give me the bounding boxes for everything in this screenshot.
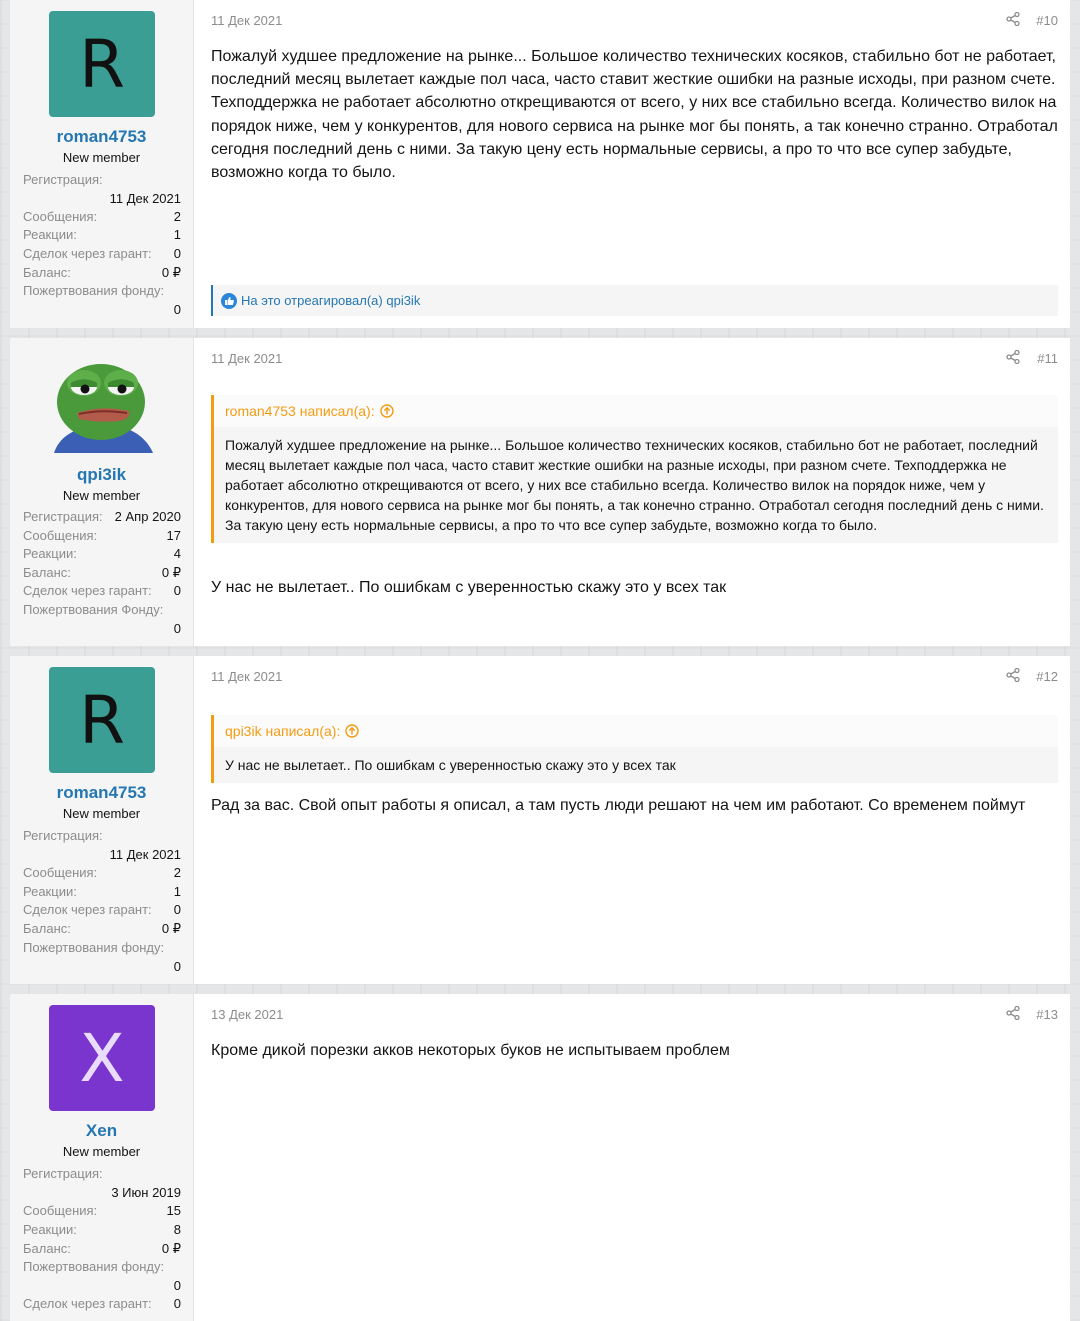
- post-date[interactable]: 11 Дек 2021: [211, 351, 282, 366]
- stat-donations: Пожертвования фонду:: [23, 283, 165, 298]
- stat-messages: Сообщения: 17: [23, 528, 181, 543]
- stat-donations: Пожертвования фонду:: [23, 940, 165, 955]
- post-11: qpi3ik New member Регистрация: 2 Апр 2020…: [10, 338, 1070, 646]
- frog-avatar-image: [54, 364, 153, 453]
- post-number[interactable]: #11: [1037, 351, 1058, 366]
- post-10: R roman4753 New member Регистрация: 11 Д…: [10, 0, 1070, 328]
- stat-donations: Пожертвования Фонду:: [23, 602, 164, 617]
- arrow-up-circle-icon[interactable]: [345, 724, 360, 738]
- stat-reactions: Реакции: 1: [23, 227, 181, 242]
- stat-registration: Регистрация:: [23, 1166, 103, 1181]
- quote-header[interactable]: qpi3ik написал(а):: [214, 715, 1058, 747]
- user-title: New member: [62, 1144, 141, 1159]
- username-link[interactable]: roman4753: [10, 127, 193, 147]
- share-icon[interactable]: [1006, 1006, 1020, 1020]
- stat-donations-value: 0: [173, 1278, 181, 1293]
- quote-text: У нас не вылетает.. По ошибкам с уверенн…: [225, 757, 676, 773]
- quote-text: Пожалуй худшее предложение на рынке... Б…: [225, 437, 1044, 533]
- stat-donations-value: 0: [173, 302, 181, 317]
- stat-registration-value: 11 Дек 2021: [109, 847, 181, 862]
- post-main: 13 Дек 2021 #13 Кроме дикой порезки акко…: [194, 994, 1070, 1321]
- stat-donations-value: 0: [173, 621, 181, 636]
- stat-donations: Пожертвования фонду:: [23, 1259, 165, 1274]
- stat-reactions: Реакции: 4: [23, 546, 181, 561]
- quote-block: qpi3ik написал(а): У нас не вылетает.. П…: [211, 715, 1058, 783]
- post-number[interactable]: #10: [1036, 13, 1058, 28]
- stat-messages: Сообщения: 15: [23, 1203, 181, 1218]
- post-text: Пожалуй худшее предложение на рынке... Б…: [211, 48, 1058, 182]
- stat-deals: Сделок через гарант: 0: [23, 902, 181, 917]
- user-panel: X Xen New member Регистрация: 3 Июн 2019…: [10, 994, 194, 1321]
- stat-balance: Баланс: 0 ₽: [23, 921, 181, 936]
- stat-reactions: Реакции: 1: [23, 884, 181, 899]
- username-link[interactable]: qpi3ik: [10, 465, 193, 485]
- username-link[interactable]: Xen: [10, 1121, 193, 1141]
- quote-author[interactable]: roman4753 написал(а):: [225, 403, 375, 419]
- stat-messages: Сообщения: 2: [23, 865, 181, 880]
- avatar[interactable]: X: [49, 1005, 155, 1111]
- username-link[interactable]: roman4753: [10, 783, 193, 803]
- arrow-up-circle-icon[interactable]: [379, 404, 394, 418]
- post-13: X Xen New member Регистрация: 3 Июн 2019…: [10, 994, 1070, 1321]
- post-main: 11 Дек 2021 #12 qpi3ik написал(а): У нас…: [194, 656, 1070, 984]
- post-text: Кроме дикой порезки акков некоторых буко…: [211, 1042, 730, 1059]
- quote-header[interactable]: roman4753 написал(а):: [214, 395, 1058, 427]
- post-number[interactable]: #13: [1036, 1007, 1058, 1022]
- stat-registration: Регистрация:: [23, 828, 103, 843]
- stat-balance: Баланс: 0 ₽: [23, 1241, 181, 1256]
- user-panel: R roman4753 New member Регистрация: 11 Д…: [10, 0, 194, 328]
- post-text: У нас не вылетает.. По ошибкам с уверенн…: [211, 579, 727, 596]
- share-icon[interactable]: [1006, 350, 1020, 364]
- post-number[interactable]: #12: [1036, 669, 1058, 684]
- share-icon[interactable]: [1006, 668, 1020, 682]
- quote-block: roman4753 написал(а): Пожалуй худшее пре…: [211, 395, 1058, 543]
- reactions-bar[interactable]: На это отреагировал(а) qpi3ik: [211, 285, 1058, 316]
- reaction-text[interactable]: На это отреагировал(а) qpi3ik: [241, 293, 420, 308]
- share-icon[interactable]: [1006, 12, 1020, 26]
- post-12: R roman4753 New member Регистрация: 11 Д…: [10, 656, 1070, 984]
- post-date[interactable]: 13 Дек 2021: [211, 1007, 283, 1022]
- avatar[interactable]: R: [49, 11, 155, 117]
- user-title: New member: [62, 806, 141, 821]
- stat-deals: Сделок через гарант: 0: [23, 1296, 181, 1311]
- stat-deals: Сделок через гарант: 0: [23, 583, 181, 598]
- post-date[interactable]: 11 Дек 2021: [211, 13, 282, 28]
- stat-registration-value: 3 Июн 2019: [111, 1185, 181, 1200]
- stat-registration-value: 11 Дек 2021: [109, 191, 181, 206]
- user-panel: qpi3ik New member Регистрация: 2 Апр 2020…: [10, 338, 194, 646]
- stat-registration: Регистрация: 2 Апр 2020: [23, 509, 181, 524]
- user-title: New member: [62, 150, 141, 165]
- post-main: 11 Дек 2021 #11 roman4753 написал(а): По…: [194, 338, 1070, 646]
- stat-balance: Баланс: 0 ₽: [23, 265, 181, 280]
- avatar[interactable]: R: [49, 667, 155, 773]
- user-title: New member: [62, 488, 141, 503]
- stat-reactions: Реакции: 8: [23, 1222, 181, 1237]
- stat-donations-value: 0: [173, 959, 181, 974]
- thumbs-up-icon: [221, 292, 237, 309]
- stat-registration: Регистрация:: [23, 172, 103, 187]
- avatar[interactable]: [49, 347, 155, 453]
- stat-messages: Сообщения: 2: [23, 209, 181, 224]
- quote-author[interactable]: qpi3ik написал(а):: [225, 723, 340, 739]
- stat-balance: Баланс: 0 ₽: [23, 565, 181, 580]
- stat-deals: Сделок через гарант: 0: [23, 246, 181, 261]
- post-date[interactable]: 11 Дек 2021: [211, 669, 282, 684]
- user-panel: R roman4753 New member Регистрация: 11 Д…: [10, 656, 194, 984]
- post-text: Рад за вас. Свой опыт работы я описал, а…: [211, 797, 1026, 814]
- post-main: 11 Дек 2021 #10 Пожалуй худшее предложен…: [194, 0, 1070, 328]
